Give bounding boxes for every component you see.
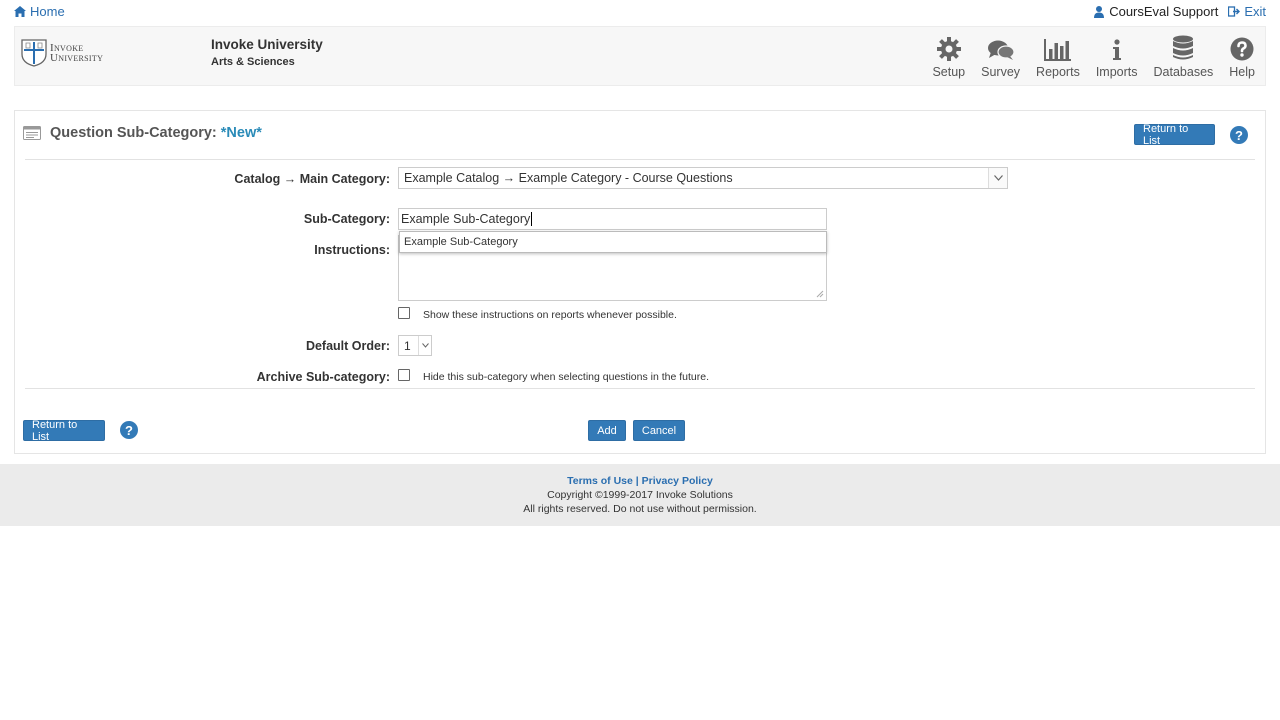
catalog-select[interactable]: Example Catalog → Example Category - Cou… [398, 167, 1008, 189]
home-link[interactable]: Home [14, 4, 65, 19]
show-instructions-checkbox[interactable] [398, 307, 410, 319]
chevron-down-icon [418, 336, 431, 355]
autocomplete-suggestion-label: Example Sub-Category [404, 236, 518, 248]
comments-icon [987, 40, 1015, 60]
top-utility-bar: Home CoursEval Support Exit [0, 0, 1280, 24]
nav-survey-label: Survey [981, 65, 1021, 79]
default-order-label: Default Order: [305, 339, 390, 353]
catalog-label: Catalog → Main Category: [234, 172, 390, 186]
nav-setup[interactable]: Setup [932, 35, 965, 79]
subcategory-input-value: Example Sub-Category [401, 212, 531, 226]
home-icon [14, 6, 26, 17]
catalog-selected-value: Example Catalog → Example Category - Cou… [404, 171, 733, 185]
archive-checkbox[interactable] [398, 369, 410, 381]
add-button[interactable]: Add [588, 420, 626, 441]
home-label: Home [30, 4, 65, 19]
exit-icon [1228, 6, 1241, 17]
app-header: Invoke University Invoke University Arts… [14, 26, 1266, 86]
autocomplete-suggestion[interactable]: Example Sub-Category [399, 231, 827, 253]
archive-text: Hide this sub-category when selecting qu… [423, 371, 709, 383]
question-icon [1230, 37, 1254, 61]
cancel-button[interactable]: Cancel [633, 420, 685, 441]
nav-imports-label: Imports [1095, 65, 1138, 79]
gear-icon [936, 37, 961, 61]
bar-chart-icon [1043, 39, 1071, 61]
nav-setup-label: Setup [932, 65, 966, 79]
resize-handle-icon [816, 290, 824, 298]
nav-survey[interactable]: Survey [981, 35, 1020, 79]
return-to-list-button-bottom[interactable]: Return to List [23, 419, 105, 443]
sub-category-form-panel: Question Sub-Category: *New* Return to L… [14, 110, 1266, 454]
chevron-down-icon [988, 168, 1007, 188]
default-order-select[interactable]: 1 [398, 335, 432, 356]
subcategory-input[interactable]: Example Sub-Category [398, 208, 827, 230]
privacy-link[interactable]: Privacy Policy [642, 475, 713, 487]
main-nav: Setup Survey Reports Imports Databases H… [916, 35, 1255, 79]
org-name: Invoke University [211, 37, 323, 52]
return-to-list-button-top[interactable]: Return to List [1134, 123, 1215, 147]
user-menu[interactable]: CoursEval Support [1094, 4, 1218, 19]
help-button-top[interactable]: ? [1230, 126, 1248, 144]
user-name: CoursEval Support [1109, 4, 1219, 19]
new-status-badge: *New* [220, 125, 262, 141]
organization-info: Invoke University Arts & Sciences [211, 37, 323, 68]
archive-label: Archive Sub-category: [256, 370, 390, 384]
nav-imports[interactable]: Imports [1096, 35, 1138, 79]
nav-help-label: Help [1229, 65, 1255, 79]
rights-text: All rights reserved. Do not use without … [523, 503, 757, 515]
help-question-icon: ? [1235, 127, 1243, 143]
nav-databases[interactable]: Databases [1153, 35, 1214, 79]
exit-label: Exit [1244, 4, 1266, 19]
nav-help[interactable]: Help [1229, 35, 1255, 79]
logo-line-2: University [50, 52, 104, 64]
text-cursor [531, 212, 533, 226]
divider-top [25, 159, 1255, 160]
copyright-text: Copyright ©1999-2017 Invoke Solutions [547, 489, 733, 501]
org-subunit: Arts & Sciences [211, 56, 295, 68]
nav-databases-label: Databases [1153, 65, 1214, 79]
page-title: Question Sub-Category: [50, 125, 217, 141]
footer-separator: | [635, 475, 639, 487]
exit-link[interactable]: Exit [1228, 4, 1266, 19]
user-icon [1094, 5, 1105, 18]
help-question-icon: ? [125, 422, 133, 438]
show-instructions-text: Show these instructions on reports whene… [423, 309, 677, 321]
default-order-value: 1 [404, 338, 411, 353]
terms-link[interactable]: Terms of Use [567, 475, 633, 487]
nav-reports[interactable]: Reports [1036, 35, 1080, 79]
instructions-label: Instructions: [314, 243, 390, 257]
divider-bottom [25, 388, 1255, 389]
nav-reports-label: Reports [1036, 65, 1080, 79]
help-button-bottom[interactable]: ? [120, 421, 138, 439]
page-footer: Terms of Use | Privacy Policy Copyright … [0, 464, 1280, 526]
panel-header: Question Sub-Category: *New* [23, 125, 262, 141]
list-form-icon [23, 126, 41, 140]
university-logo[interactable]: Invoke University [21, 38, 111, 68]
shield-logo-icon [21, 39, 47, 67]
subcategory-label: Sub-Category: [303, 212, 390, 226]
footer-links: Terms of Use | Privacy Policy [0, 475, 1280, 487]
database-icon [1173, 35, 1194, 60]
info-icon [1112, 39, 1121, 60]
